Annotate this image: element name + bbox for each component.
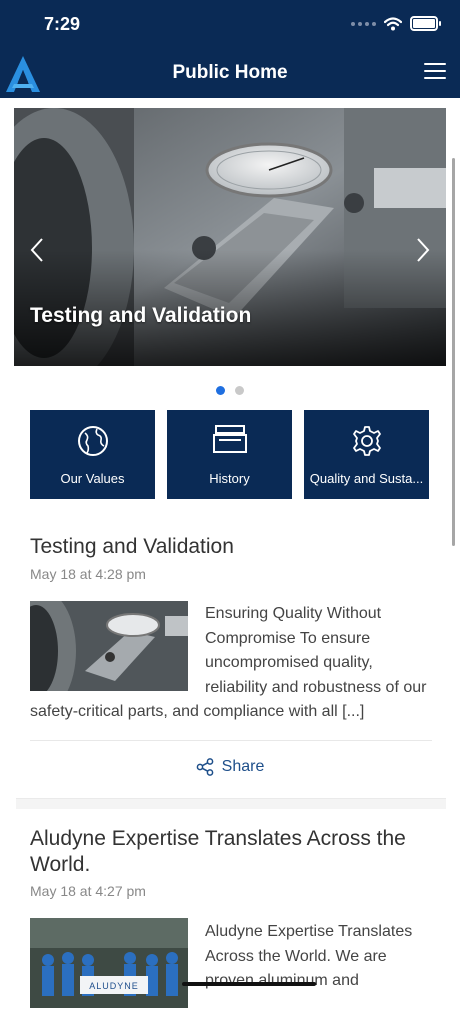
tile-our-values[interactable]: Our Values xyxy=(30,410,155,499)
divider xyxy=(30,740,432,741)
tile-label: Quality and Susta... xyxy=(309,471,424,486)
carousel-dot-active[interactable] xyxy=(216,386,225,395)
carousel-next-arrow-icon[interactable] xyxy=(414,236,432,264)
tile-quality-sustainability[interactable]: Quality and Susta... xyxy=(304,410,429,499)
hamburger-menu-icon[interactable] xyxy=(424,63,446,81)
post-excerpt: Aludyne Expertise Translates Across the … xyxy=(205,923,413,989)
top-navigation-bar: 7:29 Public Home xyxy=(0,0,460,98)
carousel-prev-arrow-icon[interactable] xyxy=(28,236,46,264)
share-label: Share xyxy=(221,758,265,775)
carousel-caption: Testing and Validation xyxy=(30,304,252,327)
page-title: Public Home xyxy=(172,62,288,83)
post-excerpt: Ensuring Quality Without Compromise To e… xyxy=(30,605,427,720)
hero-carousel[interactable]: Testing and Validation xyxy=(14,108,446,366)
post-title[interactable]: Aludyne Expertise Translates Across the … xyxy=(30,826,430,878)
wifi-icon xyxy=(384,16,402,30)
section-separator xyxy=(16,798,446,809)
tile-history[interactable]: History xyxy=(167,410,292,499)
tile-label: Our Values xyxy=(60,471,125,486)
gear-icon xyxy=(352,426,381,456)
cellular-signal-icon xyxy=(351,21,376,26)
status-time: 7:29 xyxy=(44,14,81,34)
post-date: May 18 at 4:27 pm xyxy=(30,883,146,899)
status-icons xyxy=(351,16,441,31)
tile-label: History xyxy=(209,471,250,486)
post-date: May 18 at 4:28 pm xyxy=(30,566,146,582)
carousel-dot[interactable] xyxy=(235,386,244,395)
post-title[interactable]: Testing and Validation xyxy=(30,534,430,560)
home-indicator[interactable] xyxy=(182,982,316,986)
globe-icon xyxy=(77,426,108,456)
carousel-pagination xyxy=(0,386,460,395)
share-button[interactable]: Share xyxy=(0,758,460,776)
share-icon xyxy=(196,758,213,776)
archive-icon xyxy=(212,425,247,453)
battery-icon xyxy=(410,16,441,31)
scrollbar[interactable] xyxy=(452,158,455,546)
